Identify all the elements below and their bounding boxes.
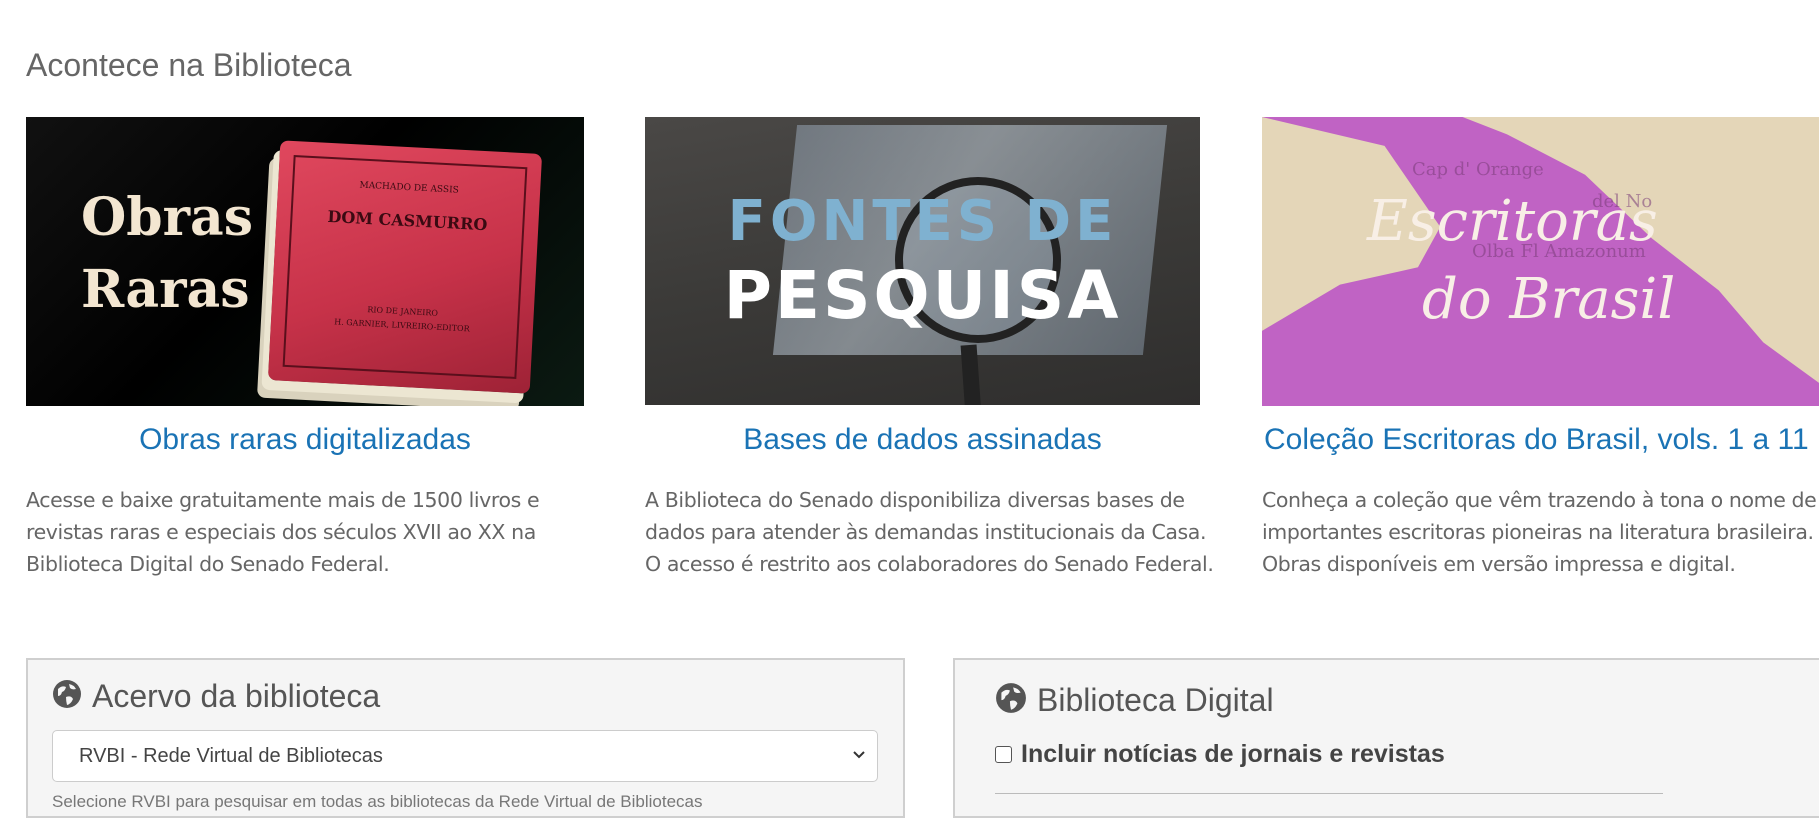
map-label: Cap d' Orange <box>1412 159 1544 180</box>
fontes-de-pesquisa-image[interactable]: FONTES DE PESQUISA <box>645 117 1200 405</box>
panel-title: Acervo da biblioteca <box>92 678 381 714</box>
globe-icon <box>52 679 82 714</box>
library-select[interactable]: RVBI - Rede Virtual de Bibliotecas <box>52 730 878 782</box>
chevron-down-icon <box>851 745 867 768</box>
card-description: Conheça a coleção que vêm trazendo à ton… <box>1262 484 1819 580</box>
description-line: A Biblioteca do Senado disponibiliza div… <box>645 488 1185 512</box>
card-title-link[interactable]: Coleção Escritoras do Brasil, vols. 1 a … <box>1262 423 1819 457</box>
image-word: Raras <box>81 259 250 320</box>
escritoras-do-brasil-image[interactable]: Cap d' Orange del No Olba Fl Amazonum Es… <box>1262 117 1819 406</box>
image-text-top: Escritoras <box>1367 189 1658 254</box>
image-word: Obras <box>81 187 254 248</box>
card-title-link[interactable]: Obras raras digitalizadas <box>26 423 584 457</box>
biblioteca-digital-panel: Biblioteca Digital Incluir notícias de j… <box>953 658 1819 818</box>
section-title: Acontece na Biblioteca <box>26 47 352 83</box>
card-description: Acesse e baixe gratuitamente mais de 150… <box>26 484 584 580</box>
card-description: A Biblioteca do Senado disponibiliza div… <box>645 484 1214 580</box>
obras-raras-image[interactable]: Obras Raras MACHADO DE ASSIS DOM CASMURR… <box>26 117 584 406</box>
include-news-checkbox[interactable] <box>995 746 1012 763</box>
image-text-bottom: PESQUISA <box>723 257 1122 334</box>
globe-icon <box>995 682 1027 719</box>
input-border <box>995 793 1663 794</box>
book-illustration: MACHADO DE ASSIS DOM CASMURRO RIO DE JAN… <box>267 140 543 394</box>
image-text-top: FONTES DE <box>727 189 1118 254</box>
description-line: Obras disponíveis em versão impressa e d… <box>1262 552 1736 576</box>
card-escritoras: Cap d' Orange del No Olba Fl Amazonum Es… <box>1262 117 1819 580</box>
card-bases-de-dados: FONTES DE PESQUISA Bases de dados assina… <box>645 117 1214 580</box>
description-line: dados para atender às demandas instituci… <box>645 520 1207 544</box>
description-line: revistas raras e especiais dos séculos X… <box>26 520 536 544</box>
description-line: Acesse e baixe gratuitamente mais de 150… <box>26 488 540 512</box>
description-line: O acesso é restrito aos colaboradores do… <box>645 552 1214 576</box>
card-title-link[interactable]: Bases de dados assinadas <box>645 423 1200 457</box>
panel-title: Biblioteca Digital <box>1037 682 1274 718</box>
include-news-option[interactable]: Incluir notícias de jornais e revistas <box>995 740 1445 769</box>
card-obras-raras: Obras Raras MACHADO DE ASSIS DOM CASMURR… <box>26 117 584 580</box>
acervo-panel: Acervo da biblioteca RVBI - Rede Virtual… <box>26 658 905 818</box>
image-text-bottom: do Brasil <box>1422 267 1676 332</box>
description-line: Conheça a coleção que vêm trazendo à ton… <box>1262 488 1817 512</box>
description-line: importantes escritoras pioneiras na lite… <box>1262 520 1814 544</box>
select-hint: Selecione RVBI para pesquisar em todas a… <box>52 792 703 811</box>
checkbox-label[interactable]: Incluir notícias de jornais e revistas <box>1021 740 1445 769</box>
description-line: Biblioteca Digital do Senado Federal. <box>26 552 390 576</box>
select-value: RVBI - Rede Virtual de Bibliotecas <box>79 745 383 767</box>
